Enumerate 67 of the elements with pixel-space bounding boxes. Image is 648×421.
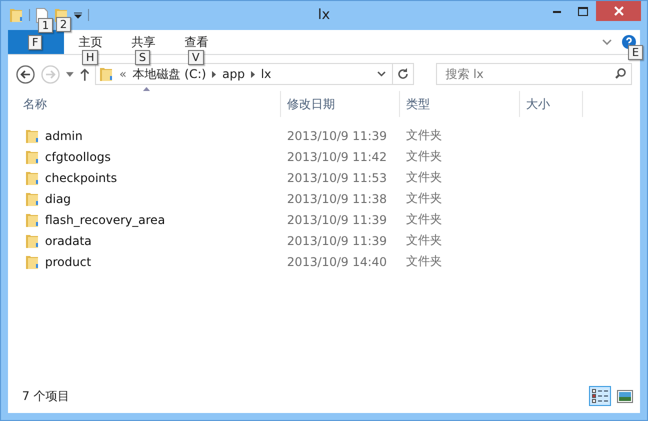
item-type: 文件夹: [405, 232, 443, 249]
overflow-chevron: «: [119, 67, 127, 81]
folder-icon: [25, 212, 39, 228]
folder-icon: [25, 148, 39, 164]
window-title: lx: [318, 7, 330, 23]
folder-icon: [9, 7, 23, 23]
back-button[interactable]: [16, 64, 35, 84]
details-view-button[interactable]: [589, 386, 611, 406]
folder-icon: [25, 190, 39, 206]
file-name[interactable]: flash_recovery_area: [45, 212, 166, 226]
maximize-icon: [578, 6, 588, 16]
file-name[interactable]: product: [45, 254, 92, 268]
folder-icon: [25, 128, 39, 144]
breadcrumb[interactable]: lx: [260, 67, 272, 81]
column-header[interactable]: 类型: [400, 91, 520, 117]
modified-date: 2013/10/9 11:39: [286, 234, 388, 248]
file-name[interactable]: cfgtoollogs: [45, 150, 111, 164]
up-arrow-icon[interactable]: [80, 68, 90, 80]
keytip: S: [135, 50, 150, 65]
keytip: 1: [38, 18, 53, 32]
large-icons-view-icon: [617, 390, 633, 402]
modified-date: 2013/10/9 11:53: [286, 170, 388, 184]
item-type: 文件夹: [405, 211, 443, 228]
keytip: E: [628, 45, 643, 60]
close-icon: [614, 6, 624, 16]
refresh-icon: [397, 68, 410, 80]
modified-date: 2013/10/9 11:39: [286, 128, 388, 142]
item-type: 文件夹: [405, 169, 443, 186]
keytip: F: [28, 35, 42, 50]
breadcrumb-arrow-icon: [250, 70, 255, 78]
expand-ribbon-icon[interactable]: [602, 39, 612, 45]
dropdown-icon[interactable]: [74, 12, 82, 18]
recent-locations-icon[interactable]: [66, 72, 74, 76]
file-name[interactable]: oradata: [45, 234, 92, 248]
breadcrumb[interactable]: 本地磁盘 (C:): [132, 66, 206, 82]
keytip: H: [82, 50, 98, 65]
folder-icon: [25, 170, 39, 186]
file-name[interactable]: checkpoints: [45, 170, 117, 184]
column-header[interactable]: 修改日期: [281, 91, 400, 117]
refresh-button[interactable]: [393, 63, 414, 85]
close-button[interactable]: [596, 1, 641, 21]
search-field[interactable]: 搜索 lx: [436, 63, 632, 85]
search-icon[interactable]: [615, 68, 626, 79]
file-name[interactable]: admin: [45, 128, 83, 142]
item-type: 文件夹: [405, 253, 443, 270]
modified-date: 2013/10/9 14:40: [286, 254, 388, 268]
minimize-icon: [553, 10, 561, 12]
item-type: 文件夹: [405, 127, 443, 144]
folder-icon: [25, 232, 39, 248]
folder-icon: [99, 66, 114, 82]
details-view-icon: [592, 389, 608, 403]
item-type: 文件夹: [405, 148, 443, 165]
breadcrumb-arrow-icon: [212, 70, 216, 78]
keytip: 2: [56, 17, 71, 32]
address-bar[interactable]: « 本地磁盘 (C:) app lx: [95, 63, 394, 85]
item-type: 文件夹: [405, 190, 443, 207]
column-header[interactable]: 大小: [520, 91, 583, 117]
item-count: 7 个项目: [22, 388, 70, 404]
breadcrumb[interactable]: app: [222, 67, 245, 81]
modified-date: 2013/10/9 11:38: [286, 192, 388, 206]
keytip: V: [188, 50, 204, 65]
folder-icon: [25, 254, 39, 270]
modified-date: 2013/10/9 11:42: [286, 150, 388, 164]
modified-date: 2013/10/9 11:39: [286, 212, 388, 226]
file-name[interactable]: diag: [45, 192, 71, 206]
dropdown-icon[interactable]: [377, 71, 386, 77]
column-header[interactable]: 名称: [17, 91, 281, 117]
